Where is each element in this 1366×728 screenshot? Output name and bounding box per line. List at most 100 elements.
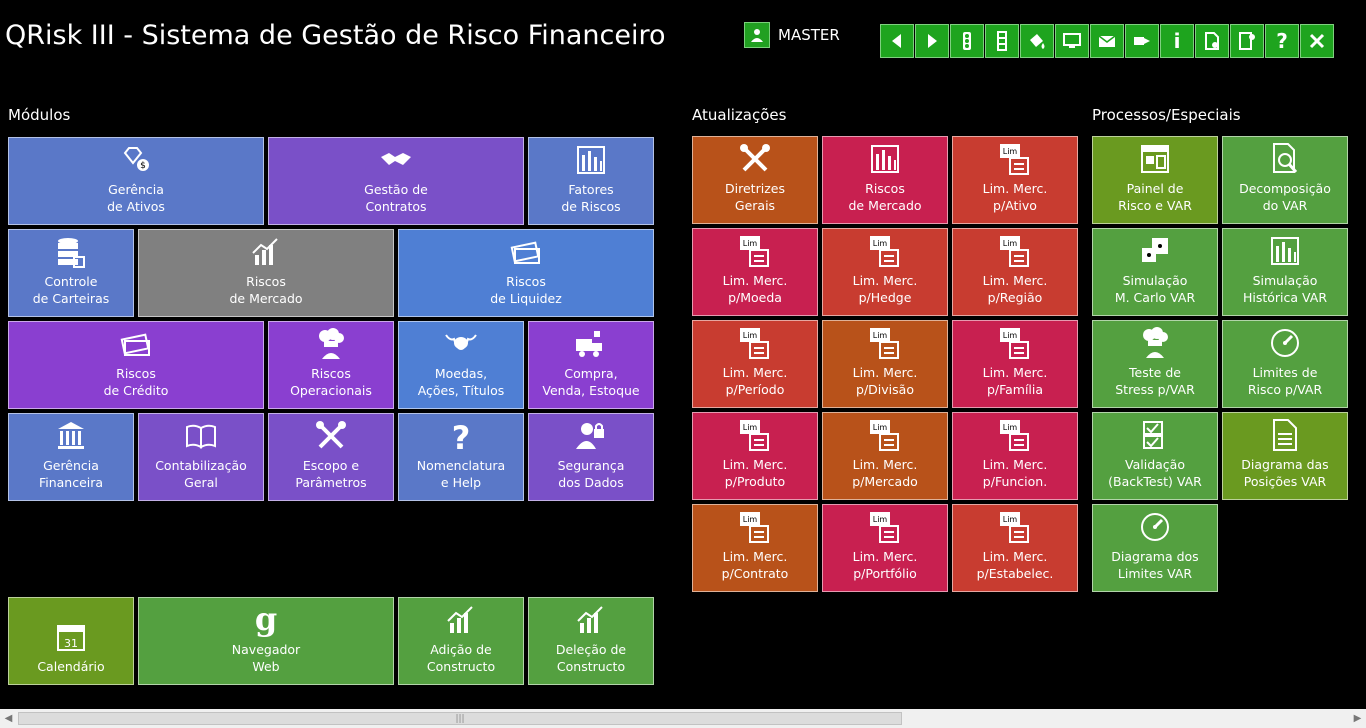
tools-icon [740, 144, 770, 172]
tile-controle-de-carteiras[interactable]: Controle de Carteiras [8, 229, 134, 317]
svg-text:Lim: Lim [873, 239, 888, 248]
send-button[interactable] [1125, 24, 1159, 58]
tile-teste-de-stress-p-var[interactable]: Teste de Stress p/VAR [1092, 320, 1218, 408]
tile-simulação-histórica-var[interactable]: Simulação Histórica VAR [1222, 228, 1348, 316]
tile-adição-de-constructo[interactable]: Adição de Constructo [398, 597, 524, 685]
tile-navegador-web[interactable]: g Navegador Web [138, 597, 394, 685]
tile-label: Diagrama das Posições VAR [1241, 457, 1329, 489]
tile-compra-venda-estoque[interactable]: Compra, Venda, Estoque [528, 321, 654, 409]
limit-dollar-icon: Lim [1000, 144, 1029, 175]
tile-lim-merc-p-período[interactable]: Lim Lim. Merc. p/Período [692, 320, 818, 408]
tile-gestão-de-contratos[interactable]: Gestão de Contratos [268, 137, 524, 225]
close-icon [1309, 33, 1325, 49]
book-icon [186, 424, 216, 449]
chef-icon [319, 328, 344, 359]
tile-lim-merc-p-ativo[interactable]: Lim Lim. Merc. p/Ativo [952, 136, 1078, 224]
tile-lim-merc-p-portfólio[interactable]: Lim Lim. Merc. p/Portfólio [822, 504, 948, 592]
tile-lim-merc-p-mercado[interactable]: Lim Lim. Merc. p/Mercado [822, 412, 948, 500]
svg-text:Lim: Lim [1003, 515, 1018, 524]
tile-lim-merc-p-funcion[interactable]: Lim Lim. Merc. p/Funcion. [952, 412, 1078, 500]
mail-icon [1098, 35, 1116, 47]
tile-label: Lim. Merc. p/Funcion. [982, 457, 1048, 489]
column-button[interactable] [985, 24, 1019, 58]
limit-people-icon: Lim [870, 328, 899, 359]
horizontal-scrollbar[interactable]: ◀ ||| ▶ [0, 709, 1366, 728]
tile-label: Diagrama dos Limites VAR [1111, 549, 1199, 581]
forward-button[interactable] [915, 24, 949, 58]
traffic-light-icon [963, 32, 971, 50]
help-icon: ? [1276, 29, 1288, 53]
tile-label: Diretrizes Gerais [725, 181, 785, 213]
handshake-icon [381, 153, 411, 165]
monitor-button[interactable] [1055, 24, 1089, 58]
paint-button[interactable] [1020, 24, 1054, 58]
tile-nomenclatura-e-help[interactable]: ? Nomenclatura e Help [398, 413, 524, 501]
tile-label: Riscos Operacionais [290, 366, 372, 398]
tile-limites-de-risco-p-var[interactable]: Limites de Risco p/VAR [1222, 320, 1348, 408]
tile-diagrama-dos-limites-var[interactable]: Diagrama dos Limites VAR [1092, 504, 1218, 592]
send-icon [1134, 37, 1150, 45]
tile-label: Lim. Merc. p/Divisão [852, 365, 918, 397]
tile-segurança-dos-dados[interactable]: Segurança dos Dados [528, 413, 654, 501]
tile-lim-merc-p-hedge[interactable]: Lim Lim. Merc. p/Hedge [822, 228, 948, 316]
tile-riscos-de-liquidez[interactable]: Riscos de Liquidez [398, 229, 654, 317]
tile-riscos-de-crédito[interactable]: Riscos de Crédito [8, 321, 264, 409]
svg-text:Lim: Lim [1003, 423, 1018, 432]
tile-lim-merc-p-contrato[interactable]: Lim Lim. Merc. p/Contrato [692, 504, 818, 592]
user-name: MASTER [778, 26, 840, 44]
tile-label: Lim. Merc. p/Família [982, 365, 1048, 397]
tile-gerência-financeira[interactable]: Gerência Financeira [8, 413, 134, 501]
tile-escopo-e-parâmetros[interactable]: Escopo e Parâmetros [268, 413, 394, 501]
tile-lim-merc-p-região[interactable]: Lim Lim. Merc. p/Região [952, 228, 1078, 316]
tile-gerência-de-ativos[interactable]: $ Gerência de Ativos [8, 137, 264, 225]
search-doc-icon [1273, 143, 1298, 173]
exit-button[interactable] [1230, 24, 1264, 58]
user-info[interactable]: MASTER [744, 22, 840, 48]
info-button[interactable]: i [1160, 24, 1194, 58]
tile-calendário[interactable]: 31 Calendário [8, 597, 134, 685]
close-button[interactable] [1300, 24, 1334, 58]
scroll-thumb[interactable]: ||| [18, 712, 902, 725]
tile-lim-merc-p-estabelec[interactable]: Lim Lim. Merc. p/Estabelec. [952, 504, 1078, 592]
tile-lim-merc-p-moeda[interactable]: Lim Lim. Merc. p/Moeda [692, 228, 818, 316]
monitor-icon [1063, 33, 1081, 48]
tile-riscos-de-mercado[interactable]: Riscos de Mercado [138, 229, 394, 317]
tile-simulação-m-carlo-var[interactable]: Simulação M. Carlo VAR [1092, 228, 1218, 316]
tile-contabilização-geral[interactable]: Contabilização Geral [138, 413, 264, 501]
section-title-processos: Processos/Especiais [1092, 106, 1241, 124]
tile-diagrama-das-posições-var[interactable]: Diagrama das Posições VAR [1222, 412, 1348, 500]
tile-moedas-ações-títulos[interactable]: Moedas, Ações, Títulos [398, 321, 524, 409]
chef-icon [1143, 327, 1168, 358]
scroll-right-icon[interactable]: ▶ [1349, 709, 1366, 728]
tile-deleção-de-constructo[interactable]: Deleção de Constructo [528, 597, 654, 685]
tile-riscos-operacionais[interactable]: Riscos Operacionais [268, 321, 394, 409]
tile-decomposição-do-var[interactable]: Decomposição do VAR [1222, 136, 1348, 224]
add-chart-icon [447, 606, 473, 633]
help-button[interactable]: ? [1265, 24, 1299, 58]
arrow-right-icon [928, 34, 937, 48]
tile-label: Riscos de Mercado [848, 181, 922, 213]
svg-text:31: 31 [64, 637, 78, 650]
bull-icon [445, 334, 477, 350]
tile-label: Lim. Merc. p/Período [722, 365, 788, 397]
tile-label: Compra, Venda, Estoque [542, 366, 640, 398]
limit-building-icon: Lim [1000, 512, 1029, 543]
scroll-left-icon[interactable]: ◀ [0, 709, 17, 728]
tile-riscos-de-mercado[interactable]: Riscos de Mercado [822, 136, 948, 224]
limit-globe-icon: Lim [1000, 236, 1029, 267]
traffic-light-button[interactable] [950, 24, 984, 58]
back-button[interactable] [880, 24, 914, 58]
document-settings-button[interactable] [1195, 24, 1229, 58]
tile-lim-merc-p-produto[interactable]: Lim Lim. Merc. p/Produto [692, 412, 818, 500]
tile-painel-de-risco-e-var[interactable]: Painel de Risco e VAR [1092, 136, 1218, 224]
tile-fatores-de-riscos[interactable]: Fatores de Riscos [528, 137, 654, 225]
tile-diretrizes-gerais[interactable]: Diretrizes Gerais [692, 136, 818, 224]
tile-validação-backtest-var[interactable]: Validação (BackTest) VAR [1092, 412, 1218, 500]
tile-lim-merc-p-família[interactable]: Lim Lim. Merc. p/Família [952, 320, 1078, 408]
mail-button[interactable] [1090, 24, 1124, 58]
tile-label: Teste de Stress p/VAR [1115, 365, 1195, 397]
document-settings-icon [1205, 32, 1219, 50]
svg-text:Lim: Lim [1003, 331, 1018, 340]
tile-lim-merc-p-divisão[interactable]: Lim Lim. Merc. p/Divisão [822, 320, 948, 408]
tile-label: Limites de Risco p/VAR [1247, 365, 1323, 397]
